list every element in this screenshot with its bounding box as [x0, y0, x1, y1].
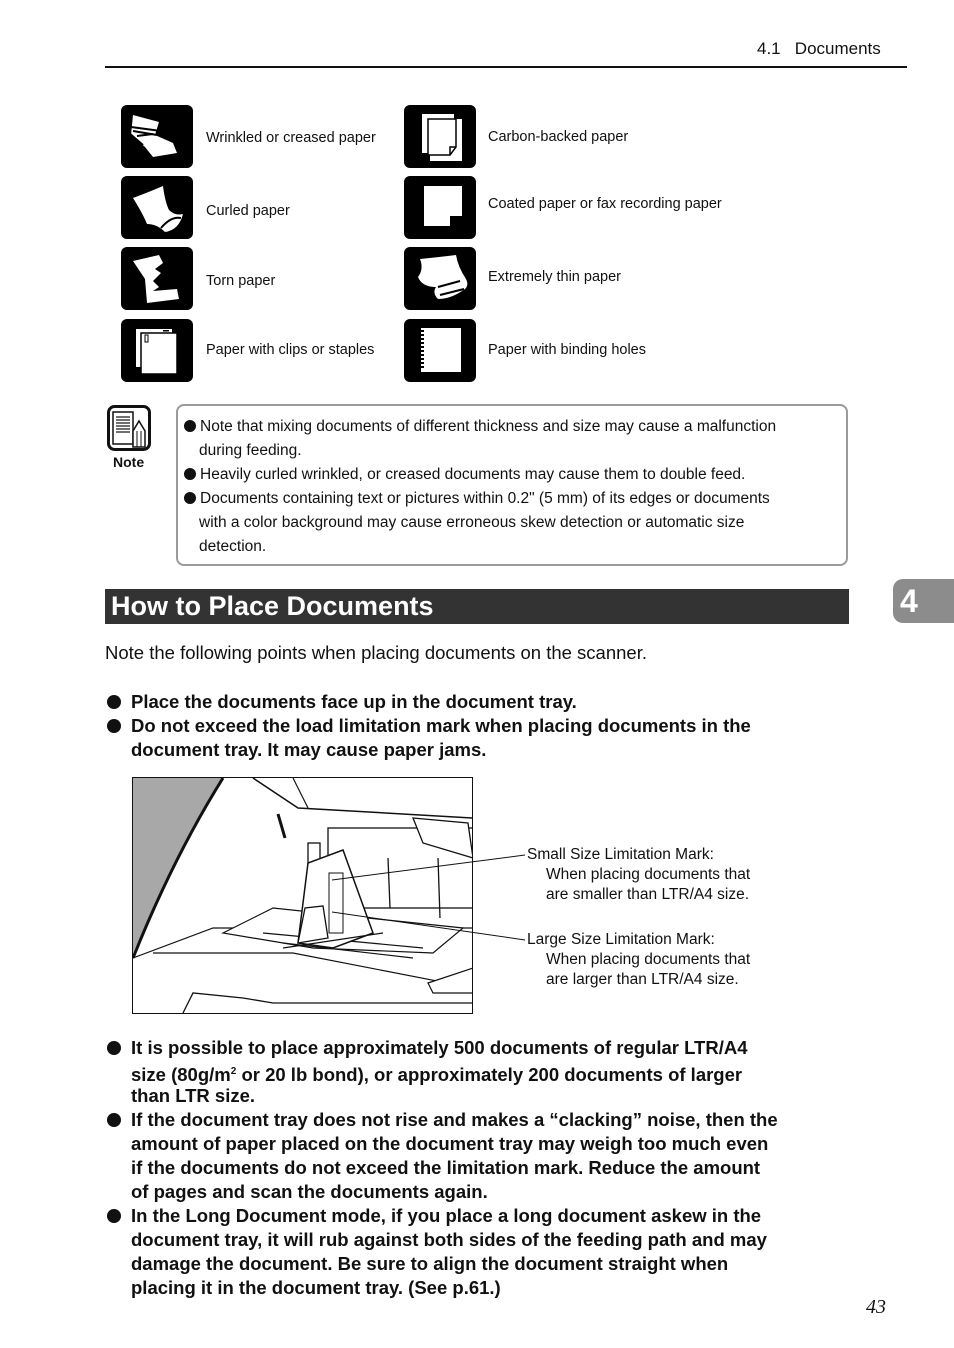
point-item: Do not exceed the load limitation mark w… [131, 715, 751, 736]
torn-paper-icon [121, 247, 193, 310]
icon-label: Paper with binding holes [488, 342, 646, 358]
note-item-continuation: during feeding. [199, 442, 302, 459]
running-head: 4.1 Documents [757, 39, 881, 58]
icon-label: Wrinkled or creased paper [206, 130, 376, 146]
header-rule [105, 66, 907, 68]
binding-holes-paper-icon [404, 319, 476, 382]
point-item: If the document tray does not rise and m… [131, 1109, 778, 1130]
icon-label: Carbon-backed paper [488, 129, 629, 145]
point-item: Place the documents face up in the docum… [131, 691, 577, 712]
coated-paper-icon [404, 176, 476, 239]
point-item-continuation: amount of paper placed on the document t… [131, 1133, 769, 1154]
bullet-icon [107, 1041, 121, 1055]
bullet-icon [107, 1113, 121, 1127]
page-number: 43 [866, 1296, 886, 1318]
point-item-continuation: damage the document. Be sure to align th… [131, 1253, 729, 1274]
bullet-icon [107, 695, 121, 709]
clipped-paper-icon [121, 319, 193, 382]
large-size-mark-callout: Large Size Limitation Mark: When placing… [527, 931, 751, 988]
icon-label: Coated paper or fax recording paper [488, 196, 722, 212]
icon-label: Curled paper [206, 203, 290, 219]
note-item: Note that mixing documents of different … [184, 415, 776, 439]
note-item: Heavily curled wrinkled, or creased docu… [184, 463, 745, 487]
note-item: Documents containing text or pictures wi… [184, 487, 770, 511]
icon-label: Paper with clips or staples [206, 342, 375, 358]
carbon-backed-paper-icon [404, 105, 476, 168]
icon-label: Torn paper [206, 273, 276, 289]
intro-text: Note the following points when placing d… [105, 642, 647, 663]
capacity-point: It is possible to place approximately 50… [131, 1037, 748, 1058]
callout-leader-lines [331, 854, 526, 941]
thin-paper-icon [404, 247, 476, 310]
capacity-point-continuation: than LTR size. [131, 1085, 256, 1106]
bullet-icon [107, 1209, 121, 1223]
point-item-continuation: of pages and scan the documents again. [131, 1181, 488, 1202]
point-item-continuation: document tray. It may cause paper jams. [131, 739, 487, 760]
note-icon [107, 405, 151, 451]
note-item-continuation: detection. [199, 538, 267, 555]
point-item-continuation: placing it in the document tray. (See p.… [131, 1277, 501, 1298]
small-size-mark-callout: Small Size Limitation Mark: When placing… [527, 846, 751, 903]
note-label: Note [113, 454, 145, 470]
bullet-icon [184, 468, 196, 480]
curled-paper-icon [121, 176, 193, 239]
chapter-number: 4 [900, 583, 918, 619]
wrinkled-paper-icon [121, 105, 193, 168]
bullet-icon [184, 492, 196, 504]
point-item-continuation: if the documents do not exceed the limit… [131, 1157, 761, 1178]
bullet-icon [184, 420, 196, 432]
section-title: How to Place Documents [111, 591, 434, 621]
point-item: In the Long Document mode, if you place … [131, 1205, 762, 1226]
point-item-continuation: document tray, it will rub against both … [131, 1229, 767, 1250]
bullet-icon [107, 719, 121, 733]
note-item-continuation: with a color background may cause errone… [199, 514, 745, 531]
icon-label: Extremely thin paper [488, 269, 621, 285]
